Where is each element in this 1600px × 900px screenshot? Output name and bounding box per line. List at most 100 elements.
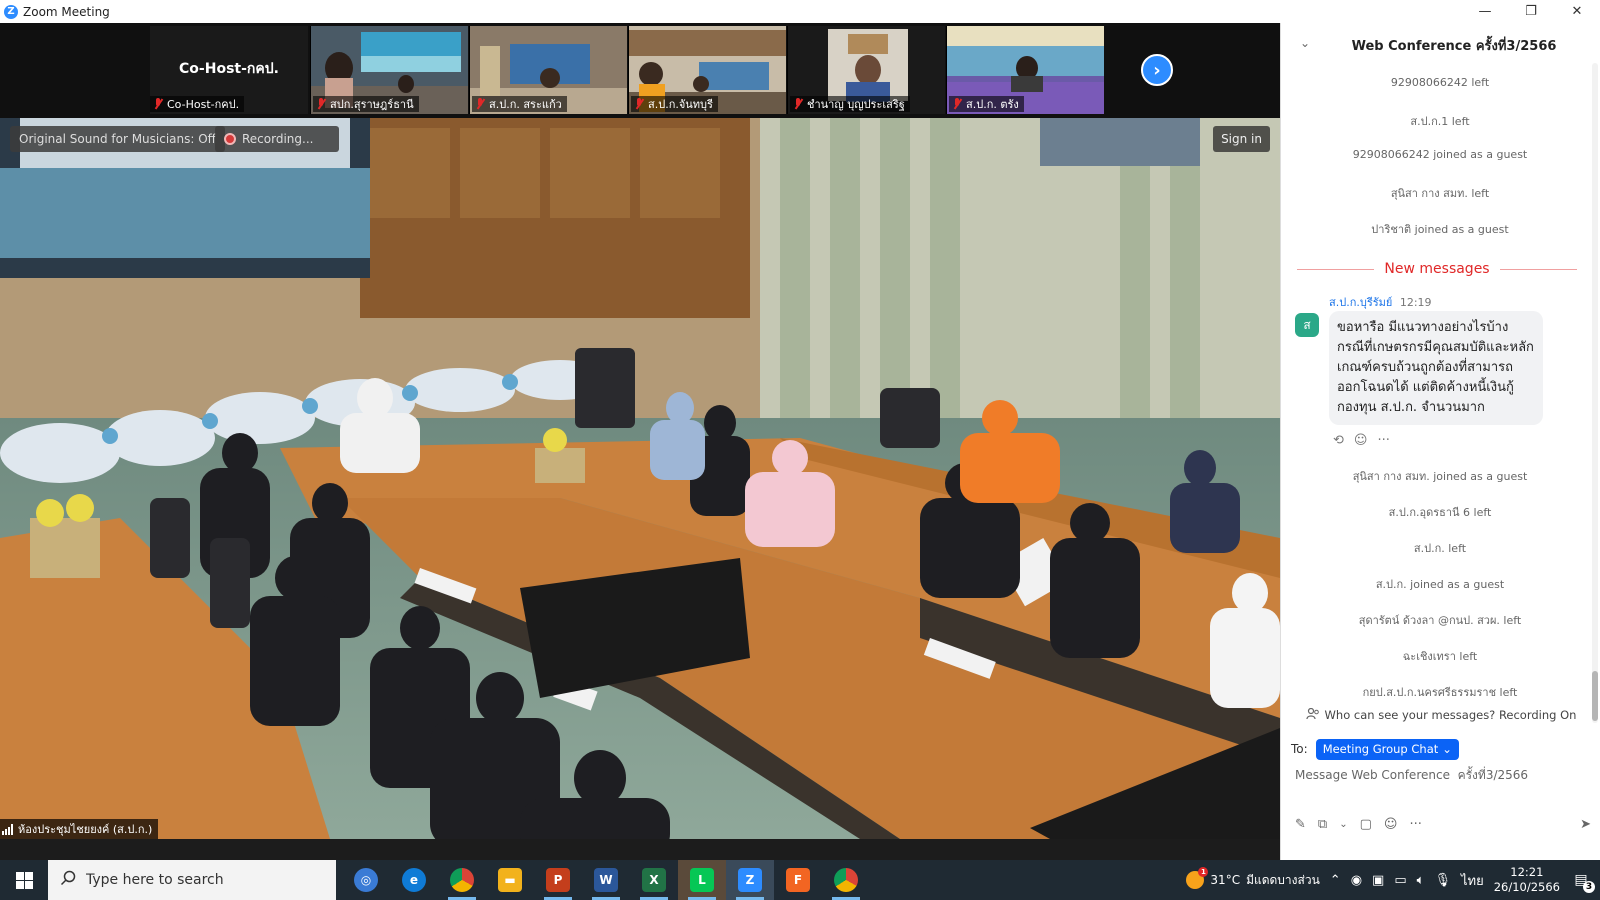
more-icon[interactable]: ···: [1377, 433, 1389, 448]
weather-badge: 1: [1198, 867, 1209, 877]
recipient-value: Meeting Group Chat: [1322, 742, 1439, 756]
participant-label: ส.ป.ก. ตรัง: [949, 96, 1024, 112]
send-icon[interactable]: ➤: [1580, 817, 1591, 832]
recipient-select[interactable]: Meeting Group Chat ⌄: [1315, 738, 1459, 760]
next-page-button[interactable]: ›: [1141, 54, 1173, 86]
volume-icon[interactable]: 🔈︎: [1417, 873, 1425, 888]
taskbar-search[interactable]: [48, 860, 336, 900]
chat-title: Web Conference ครั้งที่3/2566: [1351, 39, 1557, 54]
format-text-icon[interactable]: ✎: [1295, 817, 1306, 832]
message-sender[interactable]: ส.ป.ก.บุรีรัมย์: [1329, 296, 1392, 309]
message-bubble[interactable]: ขอหารือ มีแนวทางอย่างไรบ้าง กรณีที่เกษตร…: [1329, 311, 1543, 425]
participant-tile[interactable]: ส.ป.ก. สระแก้ว: [469, 26, 627, 114]
emoji-icon[interactable]: ☺: [1384, 817, 1398, 832]
file-icon[interactable]: ▢: [1360, 817, 1372, 832]
gallery-strip: Co-Host-กคป. Co-Host-กคป. สปก.สุราษฎร์ธา…: [0, 23, 1280, 118]
taskbar-app-foxit[interactable]: F: [774, 860, 822, 900]
original-sound-label: Original Sound for Musicians: Off: [19, 132, 216, 146]
clock[interactable]: 12:21 26/10/2566: [1494, 865, 1560, 895]
taskbar-app-word[interactable]: W: [582, 860, 630, 900]
reply-icon[interactable]: ⟲: [1333, 433, 1344, 448]
system-message: กยป.ส.ป.ก.นครศรีธรรมราช left: [1362, 686, 1518, 699]
notification-count: 3: [1583, 881, 1595, 893]
taskbar-app-zoom[interactable]: Z: [726, 860, 774, 900]
message-meta: ส.ป.ก.บุรีรัมย์ 12:19: [1329, 293, 1432, 311]
taskbar-app-file-explorer[interactable]: ▬: [486, 860, 534, 900]
close-button[interactable]: ✕: [1554, 0, 1600, 23]
participant-tile[interactable]: ชำนาญ บุญประเสริฐ: [787, 26, 945, 114]
chat-privacy-notice[interactable]: Who can see your messages? Recording On: [1281, 705, 1600, 725]
taskbar-app-line[interactable]: L: [678, 860, 726, 900]
privacy-text: Who can see your messages? Recording On: [1324, 708, 1577, 722]
network-icon[interactable]: ▭: [1394, 873, 1406, 888]
participant-label: สปก.สุราษฎร์ธานี: [313, 96, 419, 112]
webcam-icon[interactable]: ◉: [1351, 873, 1362, 888]
chat-panel: ⌄ Web Conference ครั้งที่3/2566 92908066…: [1280, 23, 1600, 860]
chat-toolbar: ✎ ⧉ ⌄ ▢ ☺ ··· ➤: [1295, 814, 1591, 834]
taskbar-app-chrome-2[interactable]: [822, 860, 870, 900]
avatar[interactable]: ส: [1295, 313, 1319, 337]
participant-name: ชำนาญ บุญประเสริฐ: [807, 98, 905, 111]
emoji-react-icon[interactable]: ☺: [1354, 433, 1368, 448]
clock-time: 12:21: [1510, 865, 1544, 879]
chat-header: ⌄ Web Conference ครั้งที่3/2566: [1281, 23, 1600, 65]
chrome-icon: [834, 868, 858, 892]
clock-date: 26/10/2566: [1493, 880, 1560, 894]
weather-widget[interactable]: 1 31°C มีแดดบางส่วน: [1186, 867, 1320, 890]
app-tray-icon[interactable]: ▣: [1372, 873, 1384, 888]
chevron-down-icon[interactable]: ⌄: [1297, 35, 1313, 51]
participant-label: ชำนาญ บุญประเสริฐ: [790, 96, 910, 112]
taskbar-app-widgets[interactable]: ◎: [342, 860, 390, 900]
taskbar-app-powerpoint[interactable]: P: [534, 860, 582, 900]
recording-label: Recording...: [242, 132, 314, 146]
zoom-logo-icon: Z: [4, 4, 18, 19]
message-time: 12:19: [1399, 296, 1432, 309]
system-message: ปาริชาติ joined as a guest: [1371, 223, 1509, 236]
restore-button[interactable]: ❐: [1508, 0, 1554, 23]
participant-name: ส.ป.ก. ตรัง: [966, 98, 1019, 111]
more-icon[interactable]: ···: [1409, 817, 1421, 832]
search-input[interactable]: [86, 872, 316, 888]
widgets-icon: ◎: [354, 868, 378, 892]
original-sound-status[interactable]: Original Sound for Musicians: Off: [10, 126, 225, 152]
system-message: ส.ป.ก. joined as a guest: [1375, 578, 1505, 591]
new-messages-label: New messages: [1384, 261, 1490, 277]
participant-tile[interactable]: สปก.สุราษฎร์ธานี: [310, 26, 468, 114]
cohost-name: Co-Host-กคป.: [179, 61, 279, 77]
weather-text: มีแดดบางส่วน: [1246, 872, 1320, 887]
start-button[interactable]: [0, 860, 48, 900]
window-title: Zoom Meeting: [23, 4, 110, 19]
message-input[interactable]: [1295, 765, 1591, 785]
chevron-down-icon[interactable]: ⌄: [1339, 819, 1347, 830]
minimize-button[interactable]: —: [1462, 0, 1508, 23]
system-message: 92908066242 left: [1390, 76, 1490, 89]
taskbar-app-chrome[interactable]: [438, 860, 486, 900]
participant-name: ส.ป.ก. สระแก้ว: [489, 98, 562, 111]
active-speaker-label: ห้องประชุมไชยยงค์ (ส.ป.ก.): [0, 819, 159, 839]
microphone-icon[interactable]: 🎙︎: [1434, 873, 1451, 888]
chevron-right-icon: ›: [1153, 59, 1161, 81]
taskbar-app-edge[interactable]: e: [390, 860, 438, 900]
line-icon: L: [690, 868, 714, 892]
chrome-icon: [450, 868, 474, 892]
participant-tile[interactable]: ส.ป.ก.จันทบุรี: [628, 26, 786, 114]
active-speaker-video: [0, 118, 1280, 839]
system-message: ส.ป.ก. left: [1413, 542, 1467, 555]
system-message: สุนิสา กาง สมท. joined as a guest: [1352, 470, 1528, 483]
to-label: To:: [1291, 742, 1308, 756]
chat-scrollbar[interactable]: [1592, 63, 1598, 723]
weather-temp: 31°C: [1210, 873, 1241, 887]
folder-icon: ▬: [498, 868, 522, 892]
new-messages-divider: New messages: [1297, 261, 1578, 277]
participant-tile[interactable]: ส.ป.ก. ตรัง: [946, 26, 1104, 114]
taskbar-app-excel[interactable]: X: [630, 860, 678, 900]
sign-in-button[interactable]: Sign in: [1213, 126, 1270, 152]
system-message: 92908066242 joined as a guest: [1352, 148, 1528, 161]
system-message: ส.ป.ก.อุดรธานี 6 left: [1388, 506, 1492, 519]
language-indicator[interactable]: ไทย: [1461, 870, 1484, 891]
chevron-up-icon[interactable]: ⌃: [1330, 873, 1341, 888]
recording-indicator[interactable]: Recording...: [215, 126, 339, 152]
screenshot-icon[interactable]: ⧉: [1318, 817, 1327, 832]
notification-center-icon[interactable]: ▤ 3: [1570, 869, 1595, 893]
participant-tile-cohost[interactable]: Co-Host-กคป. Co-Host-กคป.: [150, 26, 308, 114]
